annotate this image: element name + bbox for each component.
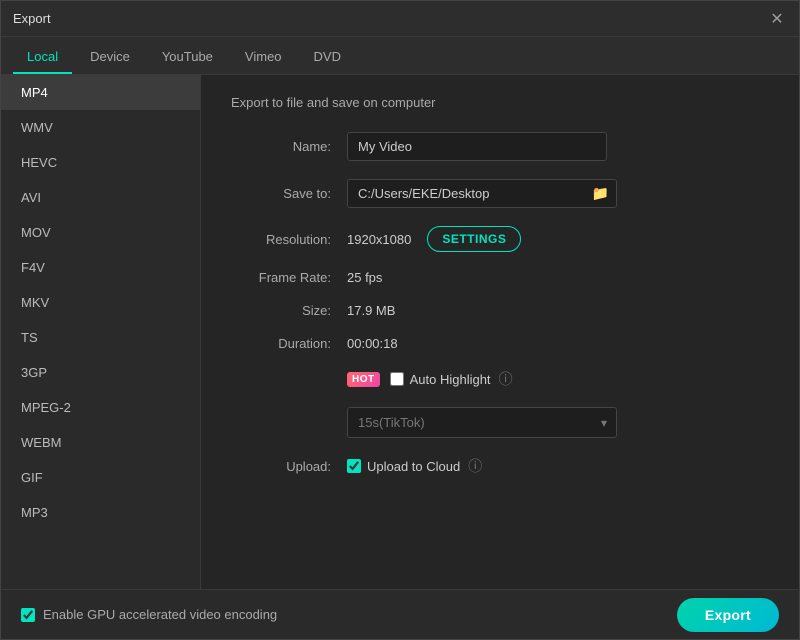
gpu-checkbox[interactable] <box>21 608 35 622</box>
tab-vimeo[interactable]: Vimeo <box>231 41 296 74</box>
sidebar-item-hevc[interactable]: HEVC <box>1 145 200 180</box>
sidebar-item-avi[interactable]: AVI <box>1 180 200 215</box>
size-row: Size: 17.9 MB <box>231 303 769 318</box>
resolution-field: 1920x1080 SETTINGS <box>347 226 521 252</box>
sidebar-item-3gp[interactable]: 3GP <box>1 355 200 390</box>
sidebar-item-gif[interactable]: GIF <box>1 460 200 495</box>
sidebar-item-wmv[interactable]: WMV <box>1 110 200 145</box>
framerate-row: Frame Rate: 25 fps <box>231 270 769 285</box>
resolution-value: 1920x1080 <box>347 232 411 247</box>
upload-to-cloud-checkbox[interactable] <box>347 459 361 473</box>
tab-local[interactable]: Local <box>13 41 72 74</box>
sidebar-item-mp3[interactable]: MP3 <box>1 495 200 530</box>
gpu-label-text: Enable GPU accelerated video encoding <box>43 607 277 622</box>
upload-field: Upload to Cloud ⓘ <box>347 456 482 476</box>
export-window: Export ✕ Local Device YouTube Vimeo DVD … <box>0 0 800 640</box>
title-bar: Export ✕ <box>1 1 799 37</box>
close-button[interactable]: ✕ <box>767 9 787 29</box>
duration-value: 00:00:18 <box>347 336 398 351</box>
save-to-label: Save to: <box>231 186 331 201</box>
sidebar-item-webm[interactable]: WEBM <box>1 425 200 460</box>
tab-youtube[interactable]: YouTube <box>148 41 227 74</box>
upload-row: Upload: Upload to Cloud ⓘ <box>231 456 769 476</box>
folder-icon[interactable]: 📁 <box>592 185 609 202</box>
name-label: Name: <box>231 139 331 154</box>
sidebar-item-mpeg2[interactable]: MPEG-2 <box>1 390 200 425</box>
sidebar-item-mkv[interactable]: MKV <box>1 285 200 320</box>
highlight-field: HOT Auto Highlight ⓘ <box>347 369 513 389</box>
panel-description: Export to file and save on computer <box>231 95 769 110</box>
resolution-row: Resolution: 1920x1080 SETTINGS <box>231 226 769 252</box>
tiktok-select[interactable]: 15s(TikTok) <box>347 407 617 438</box>
content-area: MP4 WMV HEVC AVI MOV F4V MKV TS 3GP MPEG… <box>1 75 799 589</box>
upload-label: Upload: <box>231 459 331 474</box>
tab-dvd[interactable]: DVD <box>300 41 355 74</box>
upload-to-cloud-text: Upload to Cloud <box>367 459 460 474</box>
upload-to-cloud-label[interactable]: Upload to Cloud <box>347 459 460 474</box>
gpu-label[interactable]: Enable GPU accelerated video encoding <box>21 607 277 622</box>
name-row: Name: <box>231 132 769 161</box>
hot-badge: HOT <box>347 372 380 387</box>
main-panel: Export to file and save on computer Name… <box>201 75 799 589</box>
duration-row: Duration: 00:00:18 <box>231 336 769 351</box>
auto-highlight-label[interactable]: Auto Highlight <box>390 372 491 387</box>
save-to-field: 📁 <box>347 179 617 208</box>
size-label: Size: <box>231 303 331 318</box>
auto-highlight-info-icon[interactable]: ⓘ <box>499 369 513 389</box>
resolution-label: Resolution: <box>231 232 331 247</box>
sidebar: MP4 WMV HEVC AVI MOV F4V MKV TS 3GP MPEG… <box>1 75 201 589</box>
tabs-bar: Local Device YouTube Vimeo DVD <box>1 37 799 75</box>
auto-highlight-checkbox[interactable] <box>390 372 404 386</box>
sidebar-item-mov[interactable]: MOV <box>1 215 200 250</box>
bottom-bar: Enable GPU accelerated video encoding Ex… <box>1 589 799 639</box>
sidebar-item-mp4[interactable]: MP4 <box>1 75 200 110</box>
duration-label: Duration: <box>231 336 331 351</box>
window-title: Export <box>13 11 51 26</box>
framerate-label: Frame Rate: <box>231 270 331 285</box>
settings-button[interactable]: SETTINGS <box>427 226 521 252</box>
export-button[interactable]: Export <box>677 598 779 632</box>
framerate-value: 25 fps <box>347 270 382 285</box>
size-value: 17.9 MB <box>347 303 395 318</box>
sidebar-item-ts[interactable]: TS <box>1 320 200 355</box>
tab-device[interactable]: Device <box>76 41 144 74</box>
tiktok-select-wrapper: 15s(TikTok) ▾ <box>347 407 617 438</box>
auto-highlight-text: Auto Highlight <box>410 372 491 387</box>
sidebar-item-f4v[interactable]: F4V <box>1 250 200 285</box>
save-to-row: Save to: 📁 <box>231 179 769 208</box>
name-input[interactable] <box>347 132 607 161</box>
auto-highlight-row: HOT Auto Highlight ⓘ <box>231 369 769 389</box>
upload-info-icon[interactable]: ⓘ <box>468 456 482 476</box>
save-to-input[interactable] <box>347 179 617 208</box>
